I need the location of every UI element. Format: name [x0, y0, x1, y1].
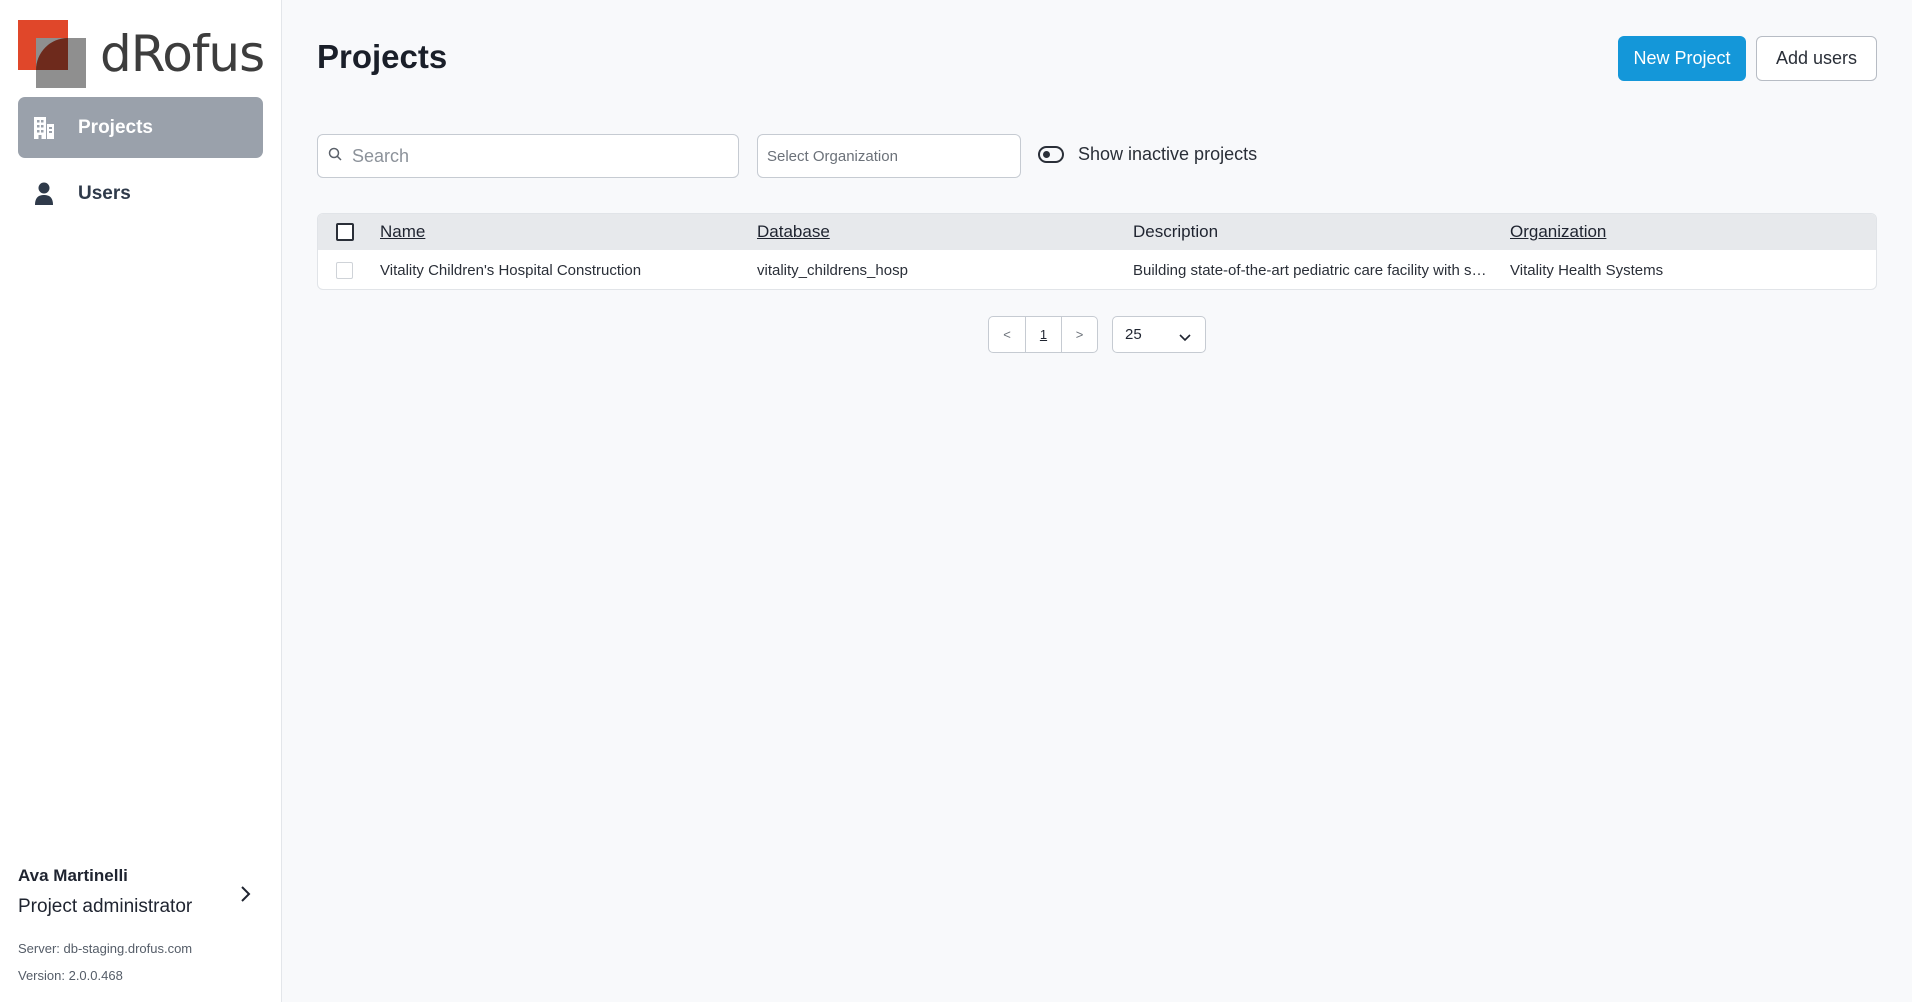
select-all-checkbox[interactable] [336, 223, 354, 241]
cell-organization: Vitality Health Systems [1510, 261, 1664, 279]
cell-name[interactable]: Vitality Children's Hospital Constructio… [380, 262, 740, 279]
select-all-cell [336, 223, 354, 241]
row-checkbox[interactable] [336, 261, 353, 279]
page-size-select[interactable]: 25 [1112, 316, 1206, 353]
logo-mark-icon [18, 20, 86, 88]
organization-select-placeholder: Select Organization [767, 147, 898, 165]
chevron-right-icon[interactable] [235, 884, 255, 904]
page-1-button[interactable]: 1 [1025, 317, 1061, 352]
search-box [317, 134, 739, 178]
column-header-name[interactable]: Name [380, 222, 740, 242]
cell-description: Building state-of-the-art pediatric care… [1133, 261, 1493, 279]
column-header-database[interactable]: Database [757, 222, 1117, 242]
page-size-value: 25 [1125, 326, 1142, 343]
show-inactive-toggle[interactable] [1038, 146, 1064, 163]
sidebar-item-label: Users [78, 182, 131, 204]
user-name: Ava Martinelli [18, 866, 128, 885]
building-icon [32, 116, 56, 140]
sidebar-item-projects[interactable]: Projects [18, 97, 263, 158]
table-header: Name Database Description Organization [318, 214, 1876, 250]
user-role: Project administrator [18, 896, 193, 917]
column-header-organization[interactable]: Organization [1510, 222, 1850, 242]
show-inactive-label: Show inactive projects [1078, 144, 1258, 164]
next-page-button[interactable]: > [1061, 317, 1097, 352]
version-info: Version: 2.0.0.468 [18, 968, 123, 983]
sidebar-item-label: Projects [78, 116, 153, 138]
brand-name: dRofus [100, 25, 265, 83]
show-inactive-toggle-group[interactable]: Show inactive projects [1038, 144, 1257, 165]
brand-logo[interactable]: dRofus [18, 20, 265, 88]
projects-table: Name Database Description Organization V… [317, 213, 1877, 290]
sidebar-item-users[interactable]: Users [18, 163, 263, 224]
new-project-button[interactable]: New Project [1618, 36, 1746, 81]
table-row[interactable]: Vitality Children's Hospital Constructio… [318, 250, 1876, 289]
row-select-cell [336, 261, 353, 279]
column-header-description: Description [1133, 222, 1219, 241]
user-profile[interactable]: Ava Martinelli Project administrator [18, 866, 263, 918]
add-users-button[interactable]: Add users [1756, 36, 1877, 81]
cell-database: vitality_childrens_hosp [757, 261, 908, 279]
server-info: Server: db-staging.drofus.com [18, 941, 193, 956]
user-icon [32, 182, 56, 206]
sidebar: dRofus Projects Users Ava Martinelli Pro… [0, 0, 282, 1002]
search-input[interactable] [352, 145, 722, 167]
page-title: Projects [317, 38, 448, 75]
organization-select[interactable]: Select Organization [757, 134, 1021, 178]
chevron-down-icon [1179, 329, 1191, 346]
prev-page-button[interactable]: < [989, 317, 1025, 352]
search-icon [328, 147, 342, 166]
pagination: < 1 > [988, 316, 1098, 353]
